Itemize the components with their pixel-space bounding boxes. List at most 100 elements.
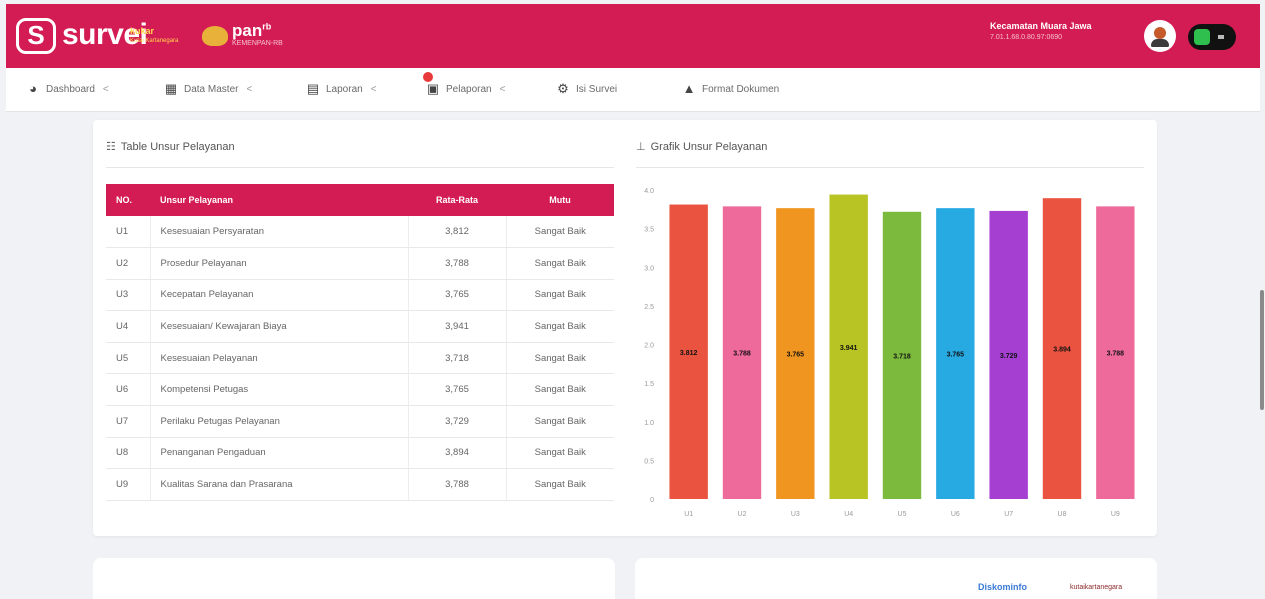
bar-value-label: 3.812: [680, 350, 698, 357]
cell-rata: 3,729: [407, 405, 506, 438]
bar-value-label: 3.788: [733, 351, 751, 358]
cell-no: U5: [106, 342, 150, 375]
nav-pelaporan[interactable]: ▣ Pelaporan <: [423, 72, 506, 96]
y-tick-label: 0.5: [644, 458, 654, 465]
cell-rata: 3,788: [407, 247, 506, 280]
bar-value-label: 3.765: [787, 352, 805, 359]
cell-no: U7: [106, 405, 150, 438]
bar-value-label: 3.718: [893, 353, 911, 360]
col-header-mutu: Mutu: [506, 184, 614, 216]
page-scrollbar[interactable]: [1260, 290, 1264, 410]
chart-icon: ⊥: [636, 141, 646, 153]
partner-caption: KEMENPAN-RB: [232, 40, 283, 47]
survei-logo-icon[interactable]: S: [16, 18, 56, 54]
nav-dashboard-label: Dashboard: [46, 83, 95, 95]
survey-icon: ⚙: [557, 81, 569, 96]
cell-unsur: Kesesuaian Pelayanan: [149, 342, 408, 375]
cell-rata: 3,718: [407, 342, 506, 375]
table-header-row: NO. Unsur Pelayanan Rata-Rata Mutu: [106, 184, 614, 216]
partner-logo: panrb: [232, 21, 271, 41]
partner-logo-sup: rb: [262, 21, 272, 32]
cell-mutu: Sangat Baik: [505, 342, 614, 375]
cell-unsur: Kompetensi Petugas: [149, 373, 408, 407]
chart-title-divider: [636, 167, 1144, 168]
cell-rata: 3,894: [407, 437, 506, 470]
table-title-text: Table Unsur Pelayanan: [120, 140, 235, 153]
chevron-left-icon: <: [499, 83, 506, 95]
chevron-left-icon: <: [370, 83, 377, 95]
report-icon: ▣: [423, 72, 440, 96]
nav-isi-survei[interactable]: ⚙ Isi Survei: [556, 82, 617, 96]
y-tick-label: 3.0: [644, 265, 654, 272]
nav-format-dokumen[interactable]: ▲ Format Dokumen: [682, 82, 780, 96]
brand-sub: kukar: [130, 26, 155, 36]
bar-value-label: 3.894: [1053, 347, 1071, 354]
cell-unsur: Perilaku Petugas Pelayanan: [149, 405, 408, 438]
partner-logo-text: pan: [232, 21, 263, 40]
col-header-unsur: Unsur Pelayanan: [150, 184, 408, 216]
table-row: U7 Perilaku Petugas Pelayanan 3,729 Sangat …: [106, 405, 614, 438]
chart-section-title: ⊥ Grafik Unsur Pelayanan: [636, 140, 767, 154]
unsur-table: NO. Unsur Pelayanan Rata-Rata Mutu U1 Kes…: [106, 184, 614, 501]
cell-mutu: Sangat Baik: [505, 437, 614, 470]
cell-rata: 3,765: [407, 373, 506, 407]
cell-no: U3: [106, 279, 150, 312]
cell-mutu: Sangat Baik: [505, 279, 614, 312]
col-header-no: NO.: [106, 184, 150, 216]
lower-card-right: [635, 558, 1157, 599]
nav-format-dokumen-label: Format Dokumen: [702, 83, 780, 95]
cell-unsur: Prosedur Pelayanan: [149, 247, 408, 280]
y-tick-label: 1.0: [644, 420, 654, 427]
avatar-face-icon: [1154, 27, 1166, 39]
nav-data-master[interactable]: ▦ Data Master <: [164, 82, 252, 96]
cell-no: U9: [106, 468, 150, 501]
table-row: U4 Kesesuaian/ Kewajaran Biaya 3,941 Sangat…: [106, 310, 614, 343]
nav-data-master-label: Data Master: [184, 83, 239, 95]
bar-value-label: 3.788: [1107, 351, 1125, 358]
col-header-rata: Rata-Rata: [408, 184, 506, 216]
cell-no: U1: [106, 216, 150, 249]
user-avatar[interactable]: [1144, 20, 1176, 52]
cell-no: U2: [106, 247, 150, 280]
main-navbar: ◕ Dashboard < ▦ Data Master < ▤ Laporan …: [6, 68, 1260, 112]
cell-mutu: Sangat Baik: [505, 468, 614, 501]
garuda-icon: [202, 26, 228, 46]
cell-mutu: Sangat Baik: [505, 405, 614, 438]
nav-laporan[interactable]: ▤ Laporan <: [306, 82, 377, 96]
x-tick-label: U2: [738, 511, 747, 518]
cell-no: U4: [106, 310, 150, 343]
nav-dashboard[interactable]: ◕ Dashboard <: [26, 82, 109, 96]
cell-rata: 3,941: [407, 310, 506, 343]
avatar-body-icon: [1151, 39, 1169, 47]
bar-value-label: 3.729: [1000, 353, 1018, 360]
footer-logo-kukar: kutaikartanegara: [1070, 584, 1123, 591]
toggle-dot-icon: [1218, 35, 1224, 39]
chevron-left-icon: <: [102, 83, 109, 95]
cell-unsur: Kualitas Sarana dan Prasarana: [149, 468, 408, 501]
y-tick-label: 0: [650, 497, 654, 504]
cell-no: U6: [106, 373, 150, 407]
footer-logo-diskominfo: Diskominfo: [978, 582, 1028, 592]
cell-rata: 3,765: [407, 279, 506, 312]
grid-icon: ▦: [164, 81, 178, 96]
x-tick-label: U1: [684, 511, 693, 518]
x-tick-label: U4: [844, 511, 853, 518]
nav-isi-survei-label: Isi Survei: [576, 83, 618, 95]
y-tick-label: 4.0: [644, 188, 654, 195]
cell-mutu: Sangat Baik: [505, 247, 614, 280]
theme-toggle[interactable]: [1188, 24, 1236, 50]
top-header: S survei kukar Kutai Kartanegara panrb K…: [6, 4, 1260, 68]
unsur-bar-chart: 0 0.5 1.0 1.5 2.0 2.5 3.0 3.5 4.0 3.812 U1 3.788 U2 3…: [644, 188, 1135, 518]
table-row: U1 Kesesuaian Persyaratan 3,812 Sangat Baik: [106, 216, 614, 249]
x-tick-label: U8: [1058, 511, 1067, 518]
table-row: U2 Prosedur Pelayanan 3,788 Sangat Baik: [106, 247, 614, 280]
notification-badge: [423, 72, 433, 82]
nav-laporan-label: Laporan: [326, 83, 363, 95]
cell-mutu: Sangat Baik: [505, 216, 614, 249]
table-icon: ☷: [106, 141, 116, 153]
y-tick-label: 2.5: [644, 304, 654, 311]
y-tick-label: 1.5: [644, 381, 654, 388]
table-row: U6 Kompetensi Petugas 3,765 Sangat Baik: [106, 373, 614, 407]
table-row: U8 Penanganan Pengaduan 3,894 Sangat Baik: [106, 437, 614, 470]
y-tick-label: 3.5: [644, 227, 654, 234]
